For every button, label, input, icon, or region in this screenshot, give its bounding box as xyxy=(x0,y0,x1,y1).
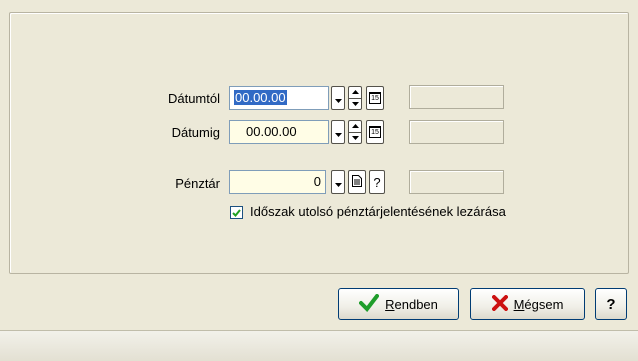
date-from-spinner[interactable] xyxy=(348,86,362,110)
calendar-icon: 15 xyxy=(369,92,381,104)
close-icon xyxy=(491,294,508,314)
calendar-icon: 15 xyxy=(369,126,381,138)
cashbox-field[interactable]: 0 xyxy=(229,170,326,194)
date-to-display xyxy=(409,120,504,144)
cancel-button[interactable]: Mégsem xyxy=(470,288,585,320)
help-button[interactable]: ? xyxy=(595,288,627,320)
date-from-calendar-button[interactable]: 15 xyxy=(366,86,384,110)
question-icon: ? xyxy=(606,295,616,313)
date-from-value: 00.00.00 xyxy=(234,90,287,105)
ok-button-label: Rendben xyxy=(385,296,438,312)
date-to-dropdown-button[interactable] xyxy=(331,120,345,144)
spin-up-icon[interactable] xyxy=(349,121,361,132)
chevron-down-icon xyxy=(334,175,342,190)
spin-up-icon[interactable] xyxy=(349,87,361,98)
close-period-checkbox[interactable] xyxy=(230,206,243,219)
close-period-label: Időszak utolsó pénztárjelentésének lezár… xyxy=(250,204,506,219)
chevron-down-icon xyxy=(334,91,342,106)
date-from-label: Dátumtól xyxy=(167,91,220,106)
chevron-down-icon xyxy=(334,125,342,140)
cashbox-display xyxy=(409,170,504,194)
date-to-spinner[interactable] xyxy=(348,120,362,144)
date-from-display xyxy=(409,85,504,109)
date-from-dropdown-button[interactable] xyxy=(331,86,345,110)
question-icon: ? xyxy=(373,174,381,190)
spin-down-icon[interactable] xyxy=(349,131,361,144)
cashbox-label: Pénztár xyxy=(175,176,220,191)
cashbox-help-button[interactable]: ? xyxy=(369,170,385,194)
cashbox-value: 0 xyxy=(313,174,321,189)
date-from-field[interactable]: 00.00.00 xyxy=(229,86,329,110)
spin-down-icon[interactable] xyxy=(349,97,361,110)
date-to-calendar-button[interactable]: 15 xyxy=(366,120,384,144)
date-to-field[interactable]: 00.00.00 xyxy=(229,120,329,144)
cancel-button-label: Mégsem xyxy=(513,296,564,312)
cashbox-list-button[interactable] xyxy=(348,170,366,194)
checkmark-icon xyxy=(232,205,241,220)
cashbox-dropdown-button[interactable] xyxy=(331,170,345,194)
status-bar xyxy=(0,330,638,361)
document-icon xyxy=(352,174,362,190)
date-to-label: Dátumig xyxy=(171,125,220,140)
checkmark-icon xyxy=(359,293,380,315)
date-to-value: 00.00.00 xyxy=(246,124,297,139)
ok-button[interactable]: Rendben xyxy=(338,288,459,320)
